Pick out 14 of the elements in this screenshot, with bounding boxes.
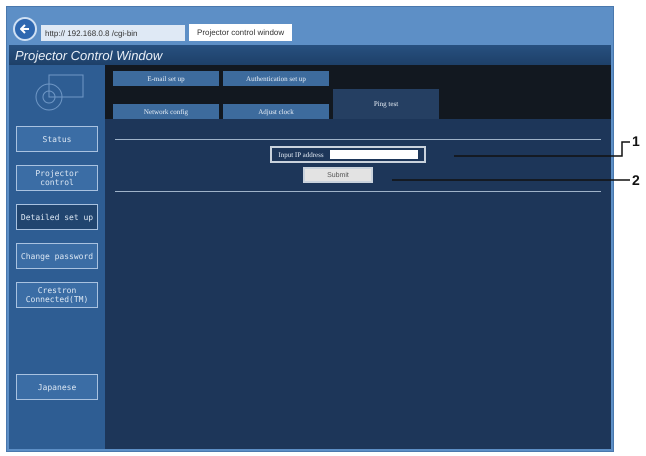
sidebar-button[interactable]: Projector control xyxy=(16,165,98,191)
sidebar-button[interactable]: Change password xyxy=(16,243,98,269)
sidebar-button[interactable]: Status xyxy=(16,126,98,152)
back-arrow-icon xyxy=(20,24,30,34)
callout-number: 2 xyxy=(632,172,640,188)
browser-tab[interactable]: Projector control window xyxy=(189,24,292,41)
sidebar-button[interactable]: Detailed set up xyxy=(16,204,98,230)
sidebar-button[interactable]: Crestron Connected(TM) xyxy=(16,282,98,308)
callout-number: 1 xyxy=(632,133,640,149)
ip-address-input[interactable] xyxy=(330,150,418,159)
back-button[interactable] xyxy=(13,17,37,41)
address-bar[interactable]: http:// 192.168.0.8 /cgi-bin xyxy=(41,25,185,41)
window-title: Projector Control Window xyxy=(9,45,611,65)
language-button[interactable]: Japanese xyxy=(16,374,98,400)
